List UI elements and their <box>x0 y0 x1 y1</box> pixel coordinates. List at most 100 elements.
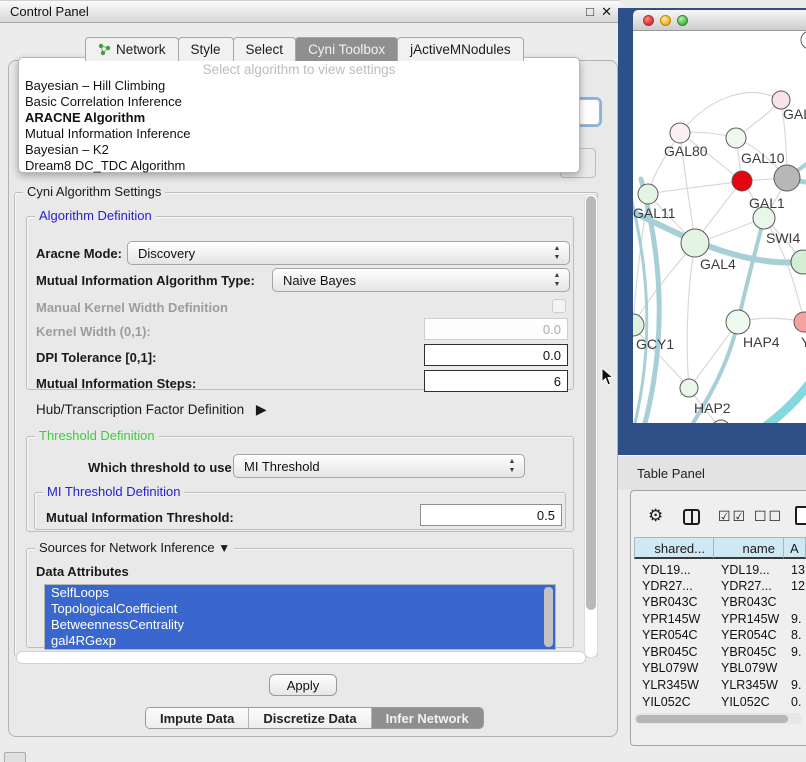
dropdown-item-dream8[interactable]: Dream8 DC_TDC Algorithm <box>19 158 579 174</box>
tab-discretize-data[interactable]: Discretize Data <box>248 708 370 728</box>
node-top-cut[interactable] <box>801 31 806 49</box>
node-gal4[interactable] <box>681 229 709 257</box>
table-cell[interactable]: YER054C <box>713 628 783 645</box>
mi-algorithm-type-combo[interactable]: Naive Bayes ▲▼ <box>272 268 570 292</box>
tab-cyni-toolbox[interactable]: Cyni Toolbox <box>295 37 398 61</box>
node-gal10[interactable] <box>726 128 746 148</box>
mi-algorithm-type-value: Naive Bayes <box>283 273 356 288</box>
attribute-item-gal4rgexp[interactable]: gal4RGexp <box>45 633 555 649</box>
attribute-item-betweennesscentrality[interactable]: BetweennessCentrality <box>45 617 555 633</box>
export-table-icon[interactable] <box>795 506 806 525</box>
network-window-titlebar[interactable] <box>633 10 806 31</box>
table-cell[interactable]: YBL079W <box>713 661 783 678</box>
table-cell[interactable]: 9. <box>783 678 806 695</box>
dropdown-item-bayesian-k2[interactable]: Bayesian – K2 <box>19 142 579 158</box>
which-threshold-combo[interactable]: MI Threshold ▲▼ <box>233 454 525 478</box>
node-label: HAP2 <box>694 400 731 416</box>
close-window-icon[interactable]: ✕ <box>601 4 612 20</box>
table-cell[interactable]: YDL19... <box>634 563 713 580</box>
table-cell[interactable]: YIL052C <box>634 695 713 707</box>
settings-horizontal-scrollbar[interactable] <box>16 651 586 664</box>
node-hap2[interactable] <box>680 379 698 397</box>
tab-select[interactable]: Select <box>233 37 297 61</box>
node-gray[interactable] <box>774 165 800 191</box>
dropdown-item-bayesian-hill[interactable]: Bayesian – Hill Climbing <box>19 78 579 94</box>
attribute-item-selfloops[interactable]: SelfLoops <box>45 585 555 601</box>
tab-infer-network[interactable]: Infer Network <box>371 708 483 728</box>
table-cell[interactable]: YPR145W <box>634 612 713 629</box>
dropdown-item-mutual-information[interactable]: Mutual Information Inference <box>19 126 579 142</box>
network-icon <box>98 43 111 56</box>
float-window-icon[interactable]: □ <box>586 4 594 19</box>
node-label: GAL11 <box>633 205 676 221</box>
manual-kernel-width-checkbox <box>552 299 566 313</box>
column-header-shared-name[interactable]: shared... <box>634 537 714 559</box>
table-cell[interactable]: YER054C <box>634 628 713 645</box>
unselect-all-columns-icon[interactable]: ☐☐ <box>754 508 783 525</box>
table-cell[interactable]: YDL19... <box>713 563 783 580</box>
settings-vertical-scrollbar-thumb[interactable] <box>586 196 596 610</box>
table-cell[interactable]: YDR27... <box>634 579 713 596</box>
manual-kernel-width-label: Manual Kernel Width Definition <box>36 300 228 315</box>
table-cell[interactable]: YBR045C <box>634 645 713 662</box>
which-threshold-label: Which threshold to use: <box>88 460 236 475</box>
dropdown-item-basic-correlation[interactable]: Basic Correlation Inference <box>19 94 579 110</box>
node-gal1[interactable] <box>732 171 752 191</box>
collapsed-panel-button[interactable] <box>4 752 26 762</box>
table-cell[interactable]: 8. <box>783 628 806 645</box>
table-cell[interactable]: YDR27... <box>713 579 783 596</box>
combo-arrows-icon: ▲▼ <box>552 244 562 262</box>
bottom-tabs: Impute Data Discretize Data Infer Networ… <box>145 707 484 729</box>
gear-icon[interactable]: ⚙ <box>648 506 663 526</box>
mi-algorithm-type-label: Mutual Information Algorithm Type: <box>36 273 255 288</box>
tab-network[interactable]: Network <box>85 37 179 61</box>
sources-legend[interactable]: Sources for Network Inference ▼ <box>35 540 234 555</box>
attribute-item-topologicalcoefficient[interactable]: TopologicalCoefficient <box>45 601 555 617</box>
table-cell[interactable]: YBR043C <box>713 595 783 612</box>
mi-steps-field[interactable] <box>424 370 568 392</box>
zoom-traffic-light[interactable] <box>677 15 688 26</box>
sources-legend-label: Sources for Network Inference <box>39 540 215 555</box>
node-hap4[interactable] <box>726 310 750 334</box>
split-columns-icon[interactable] <box>683 509 700 525</box>
table-cell[interactable]: 12 <box>783 579 806 596</box>
mi-threshold-field[interactable] <box>420 504 562 526</box>
table-cell[interactable]: 0. <box>783 695 806 707</box>
table-cell[interactable] <box>783 661 806 678</box>
table-cell[interactable]: 9. <box>783 612 806 629</box>
tab-impute-data[interactable]: Impute Data <box>146 708 248 728</box>
close-traffic-light[interactable] <box>643 15 654 26</box>
aracne-mode-combo[interactable]: Discovery ▲▼ <box>127 241 570 265</box>
column-header-name[interactable]: name <box>713 537 784 559</box>
hub-tf-definition-toggle[interactable]: Hub/Transcription Factor Definition ▶ <box>36 401 267 418</box>
minimize-traffic-light[interactable] <box>660 15 671 26</box>
table-cell[interactable]: YPR145W <box>713 612 783 629</box>
table-cell[interactable]: YLR345W <box>713 678 783 695</box>
table-cell[interactable]: YBR043C <box>634 595 713 612</box>
node-right-green[interactable] <box>791 250 806 274</box>
tab-jactivemnodules[interactable]: jActiveMNodules <box>397 37 524 61</box>
table-cell[interactable]: YLR345W <box>634 678 713 695</box>
node-y-right[interactable] <box>794 312 806 332</box>
select-all-columns-icon[interactable]: ☑☑ <box>718 508 747 525</box>
table-cell[interactable] <box>783 595 806 612</box>
apply-button[interactable]: Apply <box>269 674 337 696</box>
dropdown-item-aracne[interactable]: ARACNE Algorithm <box>19 110 579 126</box>
network-view-canvas[interactable]: GAL GAL80 GAL10 GAL1 GAL11 SWI4 GAL4 GCY… <box>633 31 806 423</box>
column-header-cut[interactable]: A <box>783 537 806 559</box>
table-cell[interactable]: YIL052C <box>713 695 783 707</box>
node-gal80[interactable] <box>670 123 690 143</box>
table-cell[interactable]: 13 <box>783 563 806 580</box>
table-cell[interactable]: 9. <box>783 645 806 662</box>
attribute-list-scrollbar[interactable] <box>544 587 553 647</box>
table-horizontal-scrollbar-thumb[interactable] <box>636 715 788 723</box>
node-gcy1[interactable] <box>633 314 644 336</box>
aracne-mode-label: Aracne Mode: <box>36 246 122 261</box>
dpi-tolerance-field[interactable] <box>424 344 568 366</box>
node-gal11[interactable] <box>638 184 658 204</box>
table-cell[interactable]: YBL079W <box>634 661 713 678</box>
tab-style[interactable]: Style <box>178 37 234 61</box>
tab-cyni-toolbox-label: Cyni Toolbox <box>308 42 385 57</box>
table-cell[interactable]: YBR045C <box>713 645 783 662</box>
kernel-width-field <box>424 318 568 340</box>
